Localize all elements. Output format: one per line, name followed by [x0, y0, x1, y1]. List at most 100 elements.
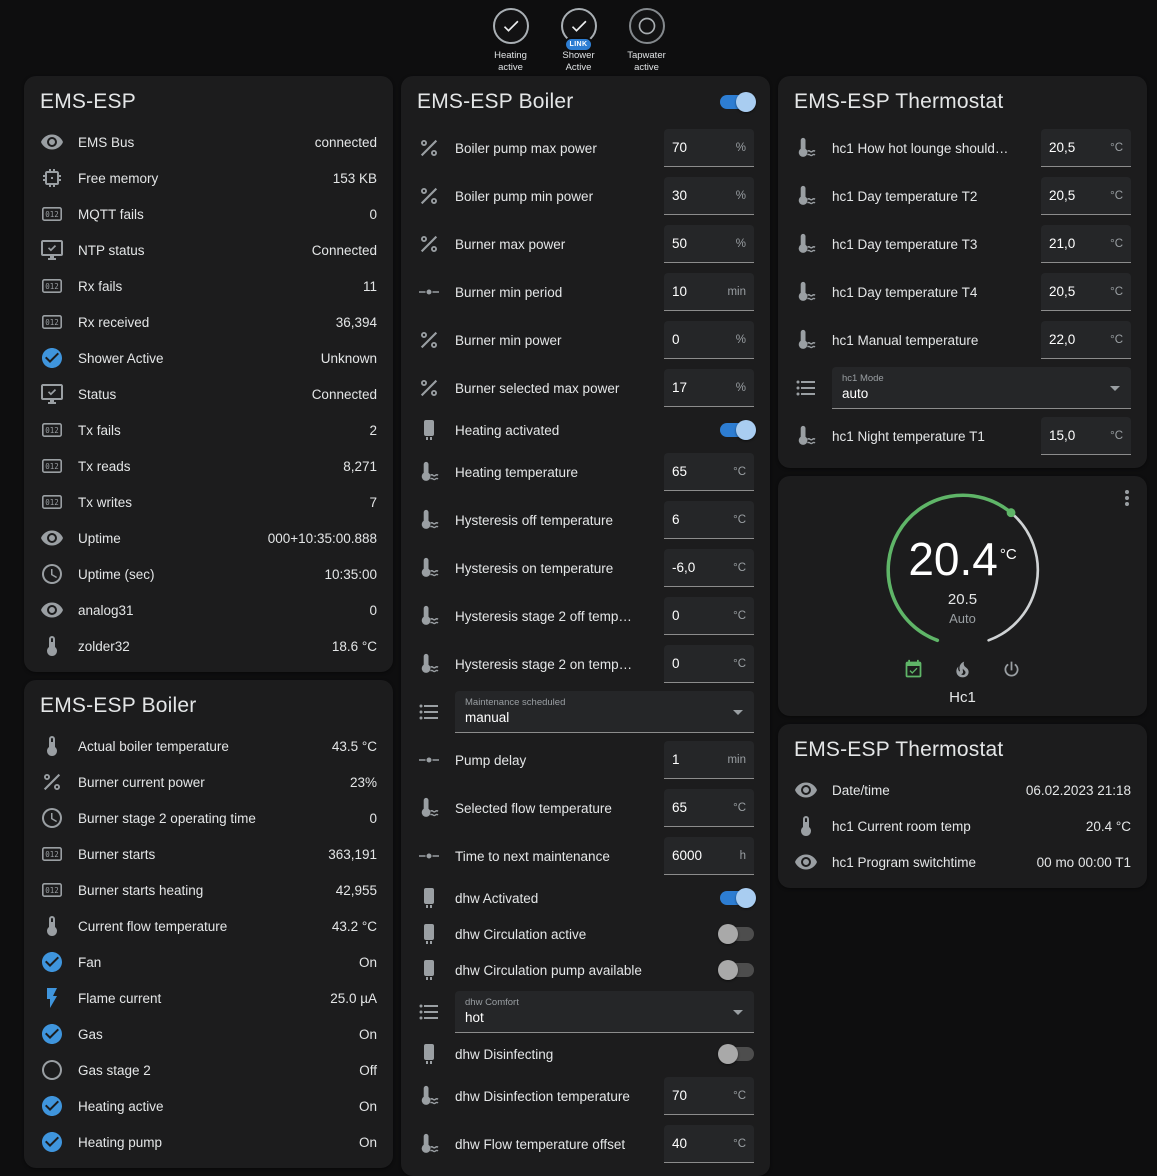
- water-thermometer-icon: [417, 604, 441, 628]
- entity-row[interactable]: FanOn: [24, 944, 393, 980]
- select-value: hot: [465, 1009, 724, 1027]
- toggle-switch[interactable]: [720, 927, 754, 941]
- water-thermometer-icon: [794, 136, 818, 160]
- badge[interactable]: LINKShower Active: [550, 8, 608, 74]
- select-input[interactable]: hc1 Modeauto: [832, 367, 1131, 409]
- entity-row[interactable]: Uptime (sec)10:35:00: [24, 556, 393, 592]
- toggle-switch[interactable]: [720, 891, 754, 905]
- badge[interactable]: Heating active: [482, 8, 540, 74]
- entity-row[interactable]: GasOn: [24, 1016, 393, 1052]
- card-header: EMS-ESP: [24, 76, 393, 124]
- entity-value: 00 mo 00:00 T1: [1037, 855, 1131, 870]
- badge-label: Tapwater active: [618, 50, 676, 74]
- number-input[interactable]: 70°C: [664, 1077, 754, 1115]
- entity-row[interactable]: Burner stage 2 operating time0: [24, 800, 393, 836]
- number-input[interactable]: 65°C: [664, 453, 754, 491]
- toggle-switch[interactable]: [720, 1047, 754, 1061]
- entity-row[interactable]: analog310: [24, 592, 393, 628]
- entity-row: Boiler pump min power30%: [401, 172, 770, 220]
- entity-row[interactable]: 012Tx fails2: [24, 412, 393, 448]
- entity-row[interactable]: Free memory153 KB: [24, 160, 393, 196]
- number-input[interactable]: 0°C: [664, 645, 754, 683]
- number-unit: °C: [1110, 190, 1123, 202]
- entity-label: Pump delay: [455, 753, 650, 768]
- entity-row[interactable]: 012Burner starts heating42,955: [24, 872, 393, 908]
- number-input[interactable]: 21,0°C: [1041, 225, 1131, 263]
- svg-text:012: 012: [45, 210, 59, 219]
- entity-row[interactable]: Current flow temperature43.2 °C: [24, 908, 393, 944]
- number-input[interactable]: 17%: [664, 369, 754, 407]
- entity-row[interactable]: Flame current25.0 µA: [24, 980, 393, 1016]
- entity-row[interactable]: hc1 Program switchtime00 mo 00:00 T1: [778, 844, 1147, 880]
- water-thermometer-icon: [417, 508, 441, 532]
- number-input[interactable]: 6000h: [664, 837, 754, 875]
- entity-row[interactable]: hc1 Current room temp20.4 °C: [778, 808, 1147, 844]
- number-value: 17: [672, 380, 687, 395]
- entity-row[interactable]: Uptime000+10:35:00.888: [24, 520, 393, 556]
- number-input[interactable]: 30%: [664, 177, 754, 215]
- entity-row[interactable]: 012Rx received36,394: [24, 304, 393, 340]
- entity-row[interactable]: 012Rx fails11: [24, 268, 393, 304]
- entity-label: Tx writes: [78, 495, 355, 510]
- entity-label: NTP status: [78, 243, 298, 258]
- number-input[interactable]: 65°C: [664, 789, 754, 827]
- entity-label: Actual boiler temperature: [78, 739, 318, 754]
- entity-row[interactable]: Heating pumpOn: [24, 1124, 393, 1160]
- number-input[interactable]: 20,5°C: [1041, 273, 1131, 311]
- entity-value: 0: [369, 603, 377, 618]
- entity-label: Burner max power: [455, 237, 650, 252]
- entity-row[interactable]: NTP statusConnected: [24, 232, 393, 268]
- entity-label: Burner current power: [78, 775, 336, 790]
- fire-button[interactable]: [952, 659, 973, 680]
- entity-row[interactable]: zolder3218.6 °C: [24, 628, 393, 664]
- number-value: 20,5: [1049, 140, 1075, 155]
- entity-row[interactable]: 012Burner starts363,191: [24, 836, 393, 872]
- number-input[interactable]: 22,0°C: [1041, 321, 1131, 359]
- select-input[interactable]: dhw Comforthot: [455, 991, 754, 1033]
- number-input[interactable]: 1min: [664, 741, 754, 779]
- entity-row[interactable]: 012Tx writes7: [24, 484, 393, 520]
- entity-row: Burner selected max power17%: [401, 364, 770, 412]
- toggle-knob: [718, 1044, 738, 1064]
- clock-icon: [40, 806, 64, 830]
- entity-row: Hysteresis stage 2 on temp…0°C: [401, 640, 770, 688]
- entity-label: dhw Activated: [455, 891, 706, 906]
- badge[interactable]: Tapwater active: [618, 8, 676, 74]
- number-input[interactable]: 0°C: [664, 597, 754, 635]
- entity-row: dhw Comforthot: [401, 988, 770, 1036]
- entity-row[interactable]: Actual boiler temperature43.5 °C: [24, 728, 393, 764]
- entity-label: Status: [78, 387, 298, 402]
- number-input[interactable]: 70%: [664, 129, 754, 167]
- entity-label: Uptime (sec): [78, 567, 310, 582]
- number-input[interactable]: 40°C: [664, 1125, 754, 1163]
- select-input[interactable]: Maintenance scheduledmanual: [455, 691, 754, 733]
- more-options-icon[interactable]: [1115, 486, 1139, 510]
- calendar-check-button[interactable]: [903, 659, 924, 680]
- entity-row[interactable]: 012Tx reads8,271: [24, 448, 393, 484]
- card-header-toggle[interactable]: [720, 95, 754, 109]
- number-value: 15,0: [1049, 428, 1075, 443]
- number-input[interactable]: 20,5°C: [1041, 129, 1131, 167]
- power-button[interactable]: [1001, 659, 1022, 680]
- number-input[interactable]: 20,5°C: [1041, 177, 1131, 215]
- eye-icon: [794, 778, 818, 802]
- entity-row[interactable]: Heating activeOn: [24, 1088, 393, 1124]
- toggle-switch[interactable]: [720, 963, 754, 977]
- entity-row[interactable]: StatusConnected: [24, 376, 393, 412]
- entity-row: Heating activated: [401, 412, 770, 448]
- entity-row[interactable]: Gas stage 2Off: [24, 1052, 393, 1088]
- number-input[interactable]: 10min: [664, 273, 754, 311]
- entity-row[interactable]: Date/time06.02.2023 21:18: [778, 772, 1147, 808]
- number-input[interactable]: 15,0°C: [1041, 417, 1131, 455]
- number-input[interactable]: 6°C: [664, 501, 754, 539]
- number-input[interactable]: 50%: [664, 225, 754, 263]
- entity-row[interactable]: 012MQTT fails0: [24, 196, 393, 232]
- entity-row[interactable]: Shower ActiveUnknown: [24, 340, 393, 376]
- number-input[interactable]: -6,0°C: [664, 549, 754, 587]
- entity-row[interactable]: Burner current power23%: [24, 764, 393, 800]
- toggle-switch[interactable]: [720, 423, 754, 437]
- entity-label: Heating activated: [455, 423, 706, 438]
- entity-row[interactable]: EMS Busconnected: [24, 124, 393, 160]
- card-header: EMS-ESP Thermostat: [778, 76, 1147, 124]
- number-input[interactable]: 0%: [664, 321, 754, 359]
